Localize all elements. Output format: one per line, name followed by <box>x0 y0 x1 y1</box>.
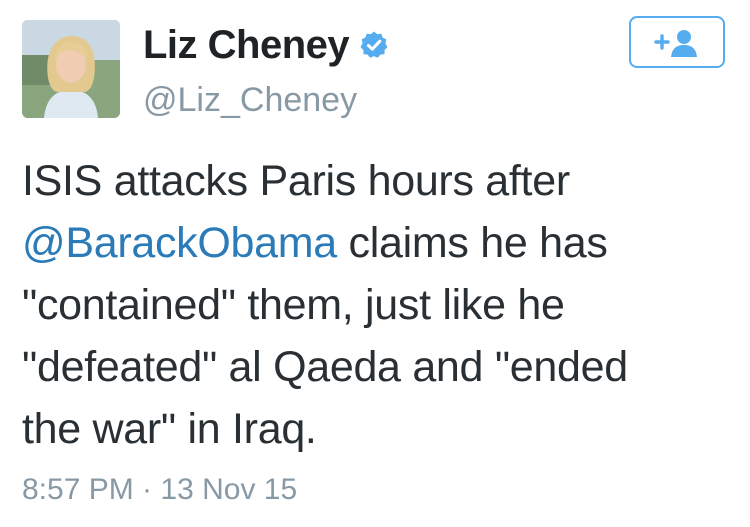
tweet-text: ISIS attacks Paris hours after @BarackOb… <box>22 150 732 460</box>
verified-badge-icon <box>359 30 389 60</box>
tweet-line: ISIS attacks Paris hours after <box>22 150 732 212</box>
profile-photo-icon <box>22 20 120 118</box>
tweet-card: Liz Cheney @Liz_Cheney ISIS attacks Pari… <box>0 0 750 527</box>
tweet-text-segment: "contained" them, just like he <box>22 281 565 329</box>
follow-user-plus-icon <box>654 30 697 57</box>
tweet-text-segment: ISIS attacks Paris hours after <box>22 157 570 205</box>
name-row: Liz Cheney <box>143 20 389 70</box>
tweet-line: @BarackObama claims he has <box>22 212 732 274</box>
avatar[interactable] <box>22 20 120 118</box>
tweet-line: "defeated" al Qaeda and "ended <box>22 336 732 398</box>
tweet-text-segment: claims he has <box>336 219 608 267</box>
tweet-text-segment: the war" in Iraq. <box>22 405 317 453</box>
user-handle[interactable]: @Liz_Cheney <box>143 78 357 122</box>
mention-link[interactable]: @BarackObama <box>22 219 337 267</box>
display-name[interactable]: Liz Cheney <box>143 20 350 70</box>
tweet-line: "contained" them, just like he <box>22 274 732 336</box>
tweet-text-segment: "defeated" al Qaeda and "ended <box>22 343 628 391</box>
tweet-line: the war" in Iraq. <box>22 398 732 460</box>
timestamp[interactable]: 8:57 PM · 13 Nov 15 <box>22 470 297 510</box>
follow-button[interactable] <box>629 16 725 68</box>
